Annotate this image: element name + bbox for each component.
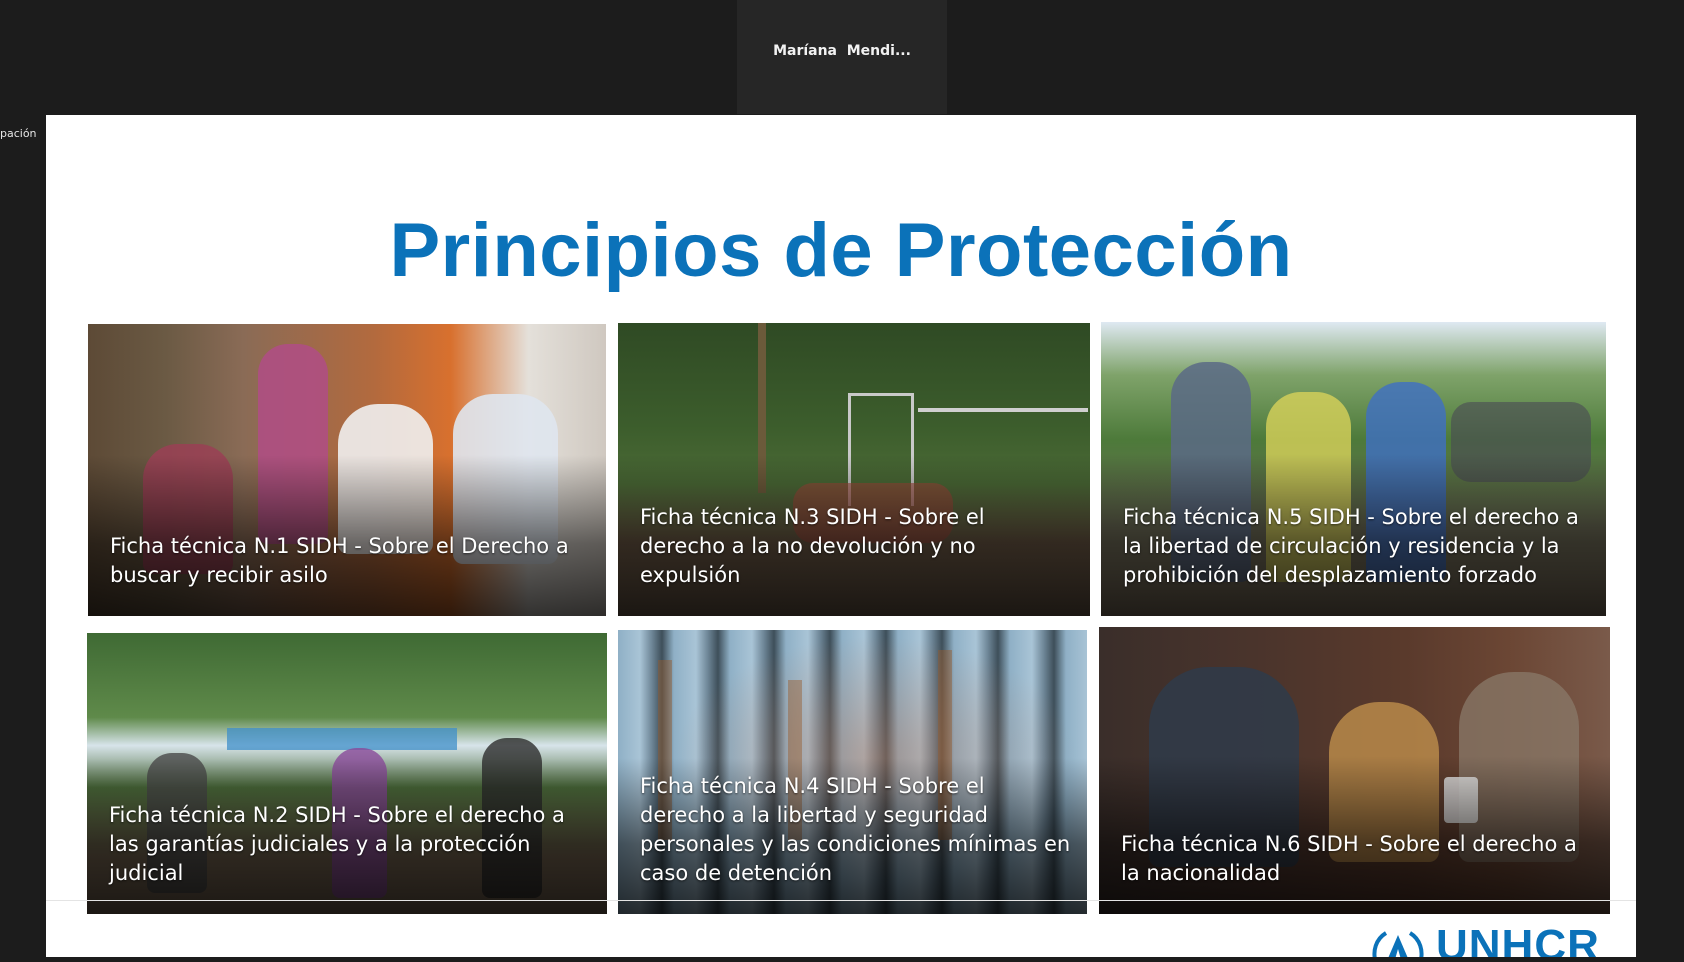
card-caption: Ficha técnica N.2 SIDH - Sobre el derech… — [109, 803, 565, 885]
speaker-name: Maríana Mendi... — [773, 43, 911, 59]
meeting-window: Maríana Mendi... pación Principios de Pr… — [0, 0, 1684, 962]
side-panel-label: pación — [0, 127, 37, 140]
card-caption: Ficha técnica N.5 SIDH - Sobre el derech… — [1123, 505, 1579, 587]
slide-title: Principios de Protección — [389, 208, 1293, 293]
shared-screen-slide: Principios de Protección Ficha técnica N… — [46, 115, 1636, 957]
card-ficha-6: Ficha técnica N.6 SIDH - Sobre el derech… — [1099, 627, 1610, 914]
unhcr-logo: UNHCR — [1366, 921, 1616, 957]
card-caption: Ficha técnica N.4 SIDH - Sobre el derech… — [640, 774, 1071, 885]
unhcr-logo-text: UNHCR — [1436, 921, 1600, 957]
card-ficha-3: Ficha técnica N.3 SIDH - Sobre el derech… — [618, 323, 1090, 616]
card-caption: Ficha técnica N.6 SIDH - Sobre el derech… — [1121, 832, 1577, 885]
card-ficha-1: Ficha técnica N.1 SIDH - Sobre el Derech… — [88, 324, 606, 616]
slide-footer-divider — [46, 900, 1636, 901]
speaker-video-tile[interactable]: Maríana Mendi... — [737, 0, 947, 114]
card-ficha-2: Ficha técnica N.2 SIDH - Sobre el derech… — [87, 633, 607, 914]
card-ficha-5: Ficha técnica N.5 SIDH - Sobre el derech… — [1101, 322, 1606, 616]
card-ficha-4: Ficha técnica N.4 SIDH - Sobre el derech… — [618, 630, 1087, 914]
unhcr-emblem-icon — [1372, 931, 1424, 957]
card-caption: Ficha técnica N.3 SIDH - Sobre el derech… — [640, 505, 985, 587]
card-caption: Ficha técnica N.1 SIDH - Sobre el Derech… — [110, 534, 569, 587]
